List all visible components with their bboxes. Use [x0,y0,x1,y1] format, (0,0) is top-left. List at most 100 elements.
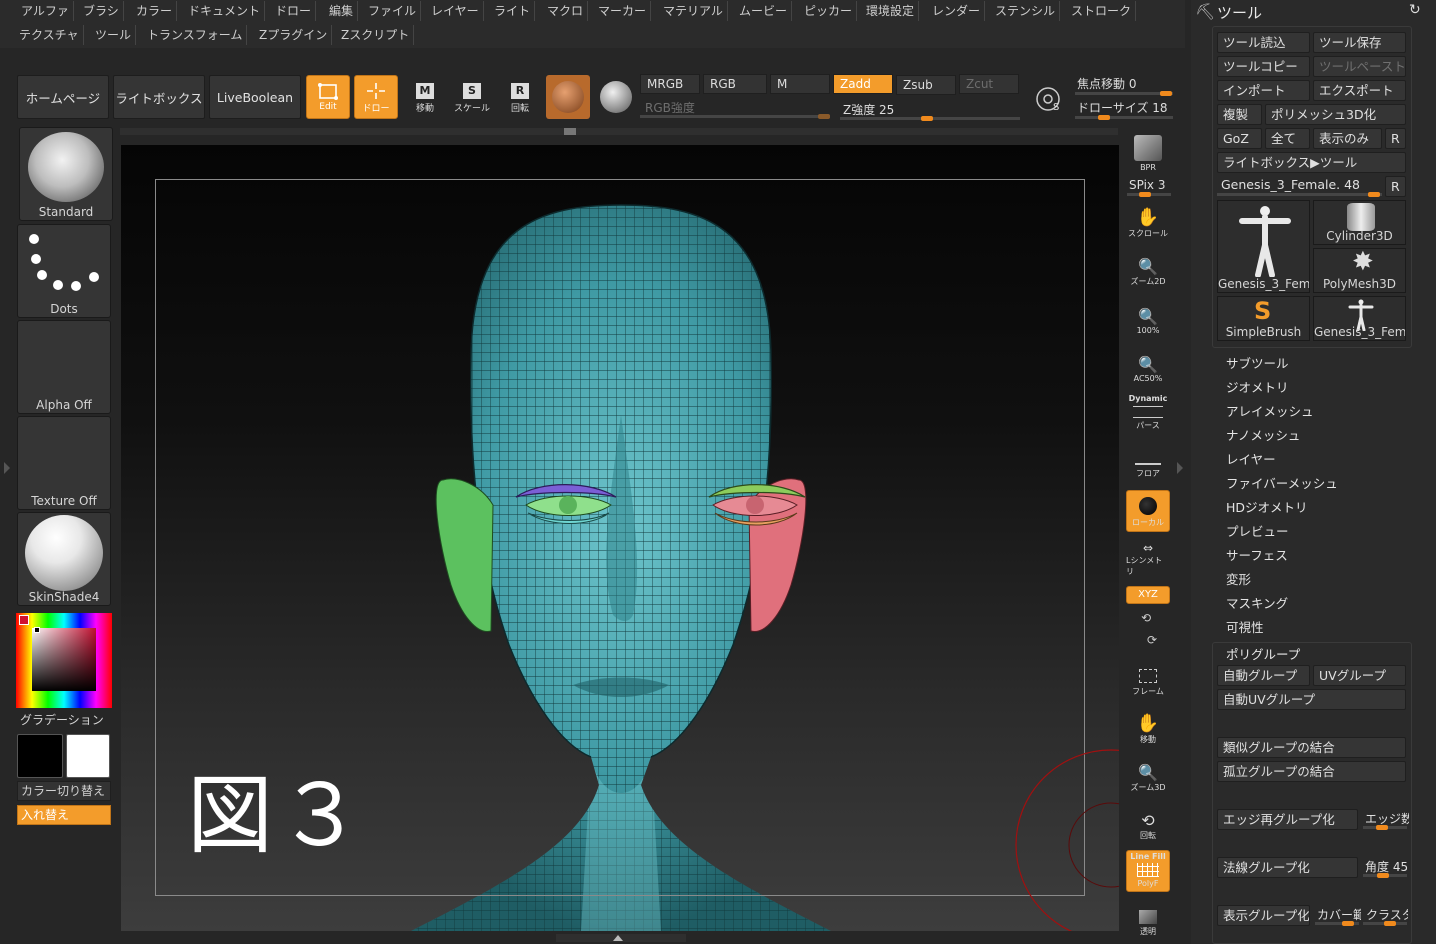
menu-item[interactable]: レンダー [928,1,986,21]
gradient-label[interactable]: グラデーション [20,711,104,728]
menu-item[interactable]: ストローク [1067,1,1137,21]
z-intensity-knob[interactable] [921,116,933,121]
load-tool-button[interactable]: ツール読込 [1217,32,1310,53]
menu-item[interactable]: ファイル [364,1,422,21]
lightbox-tools-button[interactable]: ライトボックス▶ツール [1217,152,1406,173]
menu-item[interactable]: マテリアル [659,1,728,21]
rotate-button[interactable]: R 回転 [500,78,540,118]
transparent-button[interactable]: 透明 [1126,898,1170,940]
menu-item[interactable]: ライト [490,1,536,21]
export-button[interactable]: エクスポート [1313,80,1406,101]
m-button[interactable]: M [770,74,830,94]
liveboolean-button[interactable]: LiveBoolean [209,75,301,119]
merge-stray-groups-button[interactable]: 孤立グループの結合 [1217,761,1406,782]
spix-knob[interactable] [1139,192,1151,197]
current-tool-r-button[interactable]: R [1385,176,1406,197]
draw-size-knob[interactable] [1098,115,1110,120]
color-material-button[interactable] [594,75,638,119]
spotlight-button[interactable]: S [1027,78,1071,118]
menu-item[interactable]: ブラシ [79,1,124,21]
zadd-button[interactable]: Zadd [833,74,893,94]
menu-item[interactable]: Zスクリプト [337,25,415,45]
all-button[interactable]: 全て [1265,128,1310,149]
polyframe-button[interactable]: Line Fill PolyF [1126,850,1170,892]
document-canvas[interactable]: 図３ [121,145,1119,931]
texture-selector[interactable]: Texture Off [17,416,111,510]
menu-item[interactable]: 環境設定 [862,1,920,21]
menu-item[interactable]: マーカー [594,1,652,21]
bottom-tray-arrow-icon[interactable] [613,935,623,941]
color-picker[interactable] [16,613,112,708]
zsub-button[interactable]: Zsub [896,75,956,95]
symmetry-button[interactable]: ⇔ Lシンメトリ [1126,538,1170,580]
xyz-button[interactable]: XYZ [1126,586,1170,604]
rgb-button[interactable]: RGB [703,74,767,94]
right-tray-arrow-icon[interactable] [1177,462,1183,474]
visible-button[interactable]: 表示のみ [1313,128,1382,149]
current-tool-slider[interactable] [1217,193,1382,196]
perspective-button[interactable]: Dynamic パース [1126,392,1170,434]
material-selector[interactable]: SkinShade4 [17,512,111,606]
frame-button[interactable]: フレーム [1126,658,1170,700]
menu-item[interactable]: テクスチャ [15,25,84,45]
lightbox-button[interactable]: ライトボックス [113,75,205,119]
sub-palette-item[interactable]: 変形 [1226,568,1338,592]
horizontal-scroll-thumb[interactable] [564,128,576,135]
coverage-slider-label[interactable]: カバー範 [1317,906,1361,923]
coverage-knob[interactable] [1342,921,1354,926]
rotate-view-button[interactable]: ⟲ 回転 [1126,802,1170,844]
rotate-z-icon[interactable]: ⟳ [1147,633,1157,647]
move-button[interactable]: M 移動 [405,78,445,118]
brush-selector[interactable]: Standard [19,127,113,221]
visible-group-button[interactable]: 表示グループ化 [1217,905,1310,926]
rotate-y-icon[interactable]: ⟲ [1141,611,1151,625]
goz-button[interactable]: GoZ [1217,128,1262,149]
move-view-button[interactable]: ✋ 移動 [1126,706,1170,748]
sub-palette-item[interactable]: ファイバーメッシュ [1226,472,1338,496]
r-button[interactable]: R [1385,128,1406,149]
color-picker-field[interactable] [32,628,96,691]
angle-knob[interactable] [1377,873,1389,878]
zoom3d-button[interactable]: 🔍 ズーム3D [1126,754,1170,796]
sub-palette-item[interactable]: HDジオメトリ [1226,496,1338,520]
menu-item[interactable]: レイヤー [427,1,484,21]
import-button[interactable]: インポート [1217,80,1310,101]
current-tool-knob[interactable] [1368,192,1380,197]
horizontal-scroll-track[interactable] [120,128,1118,135]
paste-tool-button[interactable]: ツールペースト [1313,56,1406,77]
menu-item[interactable]: トランスフォーム [143,25,248,45]
primary-color-swatch[interactable] [17,734,63,778]
sub-palette-item[interactable]: サブツール [1226,352,1338,376]
sub-palette-item[interactable]: サーフェス [1226,544,1338,568]
tool-thumb-polymesh[interactable]: ✸ PolyMesh3D [1313,247,1406,293]
menu-item[interactable]: ピッカー [800,1,858,21]
save-tool-button[interactable]: ツール保存 [1313,32,1406,53]
menu-item[interactable]: カラー [132,1,178,21]
scroll-button[interactable]: ✋ スクロール [1126,200,1170,242]
menu-item[interactable]: マクロ [543,1,589,21]
color-picker-cursor[interactable] [34,627,40,633]
polygroups-title[interactable]: ポリグループ [1226,644,1300,663]
edge-knob[interactable] [1376,825,1388,830]
merge-similar-groups-button[interactable]: 類似グループの結合 [1217,737,1406,758]
edit-button[interactable]: Edit [306,75,350,119]
tool-thumb-genesis-2[interactable]: Genesis_3_Fema [1313,296,1406,341]
menu-item[interactable]: ドロー [271,1,317,21]
mrgb-button[interactable]: MRGB [640,74,700,94]
tool-thumb-simplebrush[interactable]: S SimpleBrush [1217,296,1310,341]
auto-groups-button[interactable]: 自動グループ [1217,665,1310,686]
menu-item[interactable]: ムービー [735,1,793,21]
aahalf-button[interactable]: 🔍 AC50% [1126,344,1170,386]
make-polymesh-button[interactable]: ポリメッシュ3D化 [1265,104,1406,125]
sub-palette-item[interactable]: マスキング [1226,592,1338,616]
material-button[interactable] [546,75,590,119]
sub-palette-item[interactable]: レイヤー [1226,448,1338,472]
local-button[interactable]: ローカル [1126,490,1170,532]
homepage-button[interactable]: ホームページ [17,75,109,119]
menu-item[interactable]: ツール [91,25,137,45]
left-tray-arrow-icon[interactable] [4,462,10,474]
draw-button[interactable]: ドロー [354,75,398,119]
alpha-selector[interactable]: Alpha Off [17,320,111,414]
normal-group-button[interactable]: 法線グループ化 [1217,857,1358,878]
current-tool-name[interactable]: Genesis_3_Female. 48 [1221,177,1360,192]
